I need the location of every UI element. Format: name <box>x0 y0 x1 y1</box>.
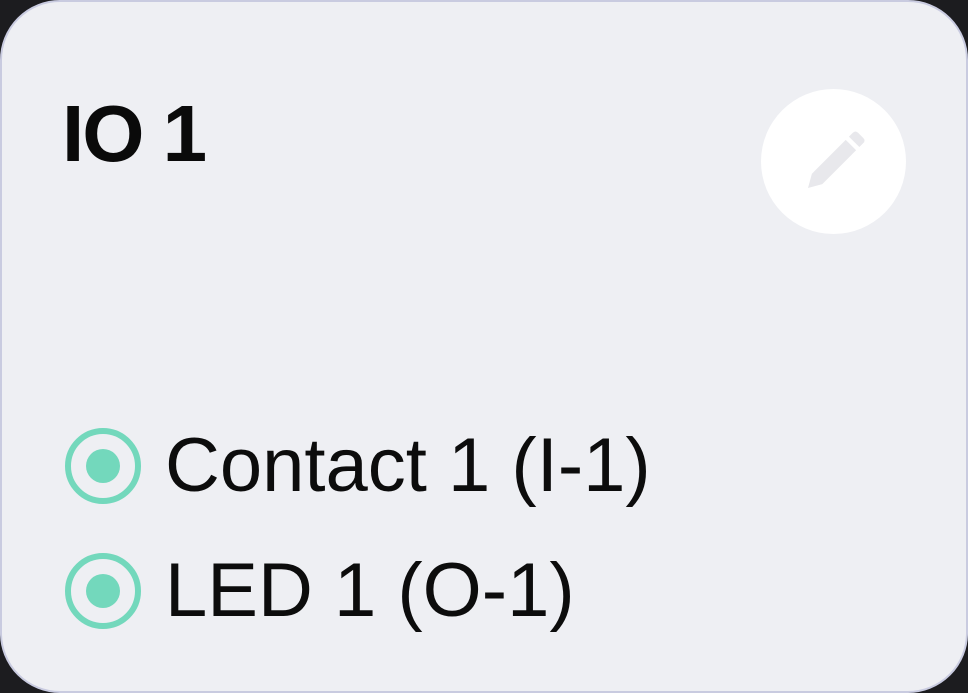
edit-button[interactable] <box>761 89 906 234</box>
io-list: Contact 1 (I-1) LED 1 (O-1) <box>65 420 651 637</box>
radio-selected-icon[interactable] <box>65 553 141 629</box>
io-item-label: Contact 1 (I-1) <box>165 423 651 508</box>
io-card: IO 1 Contact 1 (I-1) LED 1 (O-1) <box>0 0 968 693</box>
radio-selected-icon[interactable] <box>65 428 141 504</box>
io-item-label: LED 1 (O-1) <box>165 548 575 633</box>
pencil-icon <box>807 130 865 188</box>
io-item-led[interactable]: LED 1 (O-1) <box>65 545 651 637</box>
io-item-contact[interactable]: Contact 1 (I-1) <box>65 420 651 512</box>
card-title: IO 1 <box>62 89 207 178</box>
